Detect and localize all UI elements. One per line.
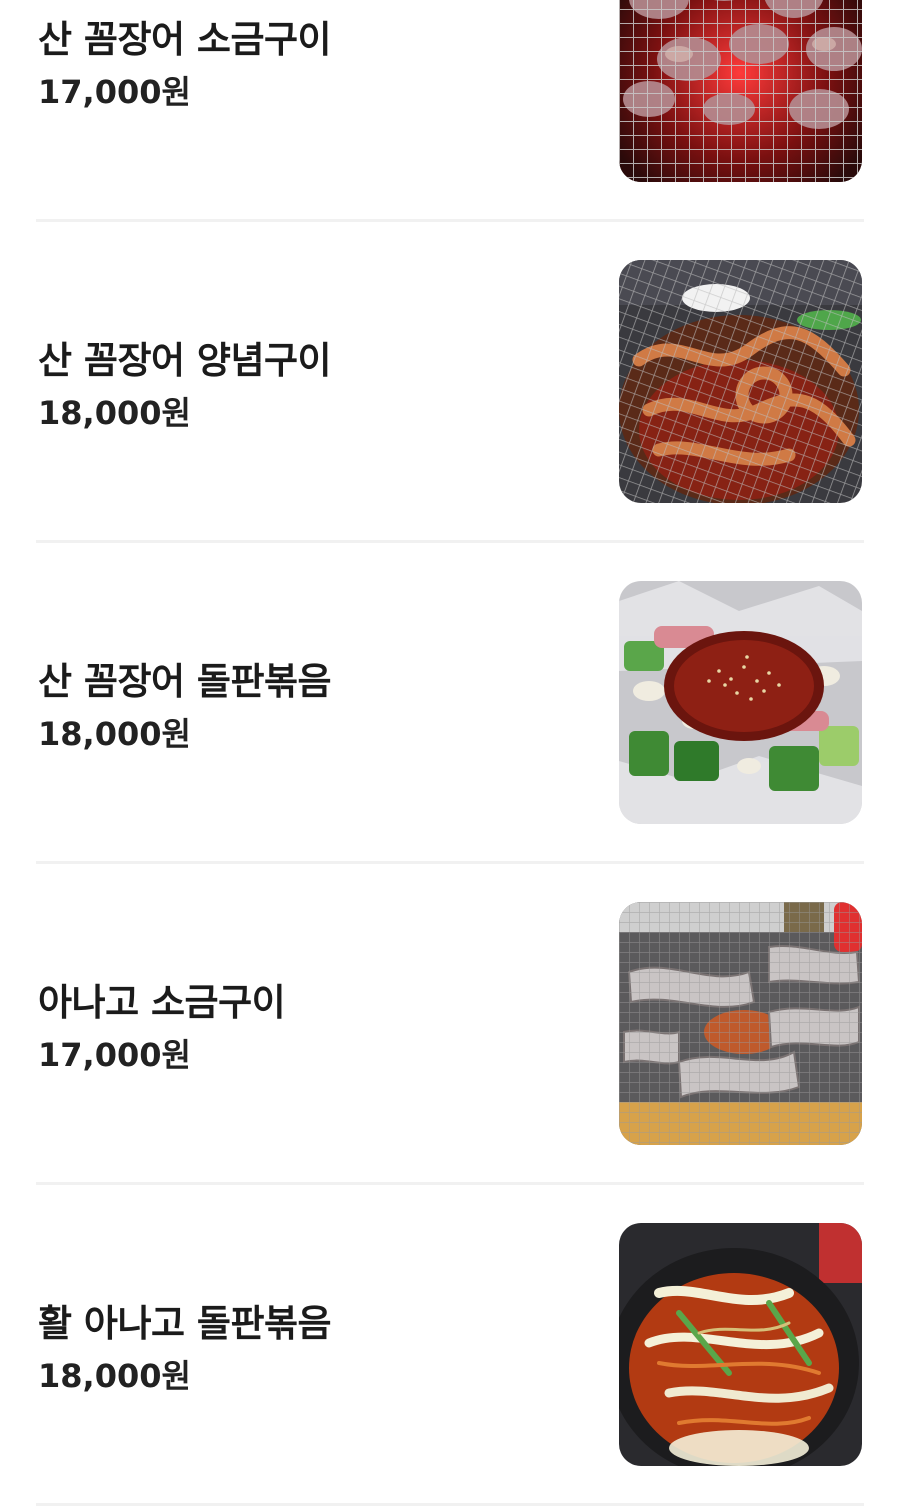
menu-item-price: 18,000원 (38, 1357, 191, 1395)
menu-list: 산 꼼장어 소금구이 17,000원 산 꼼장어 양념구이 18,000원 산 … (0, 0, 900, 1506)
menu-item[interactable]: 산 꼼장어 양념구이 18,000원 (0, 222, 900, 543)
menu-item[interactable]: 산 꼼장어 돌판볶음 18,000원 (0, 543, 900, 864)
menu-item-price: 17,000원 (38, 73, 191, 111)
menu-item[interactable]: 활 아나고 돌판볶음 18,000원 (0, 1185, 900, 1506)
menu-item-photo[interactable] (619, 902, 862, 1145)
menu-item-price: 18,000원 (38, 394, 191, 432)
menu-item-name: 아나고 소금구이 (38, 981, 286, 1024)
menu-item-price: 17,000원 (38, 1036, 191, 1074)
menu-item[interactable]: 아나고 소금구이 17,000원 (0, 864, 900, 1185)
menu-item-photo[interactable] (619, 581, 862, 824)
menu-item-photo[interactable] (619, 260, 862, 503)
menu-item-name: 산 꼼장어 양념구이 (38, 339, 332, 382)
menu-item-price: 18,000원 (38, 715, 191, 753)
menu-item-name: 산 꼼장어 소금구이 (38, 18, 332, 61)
menu-item[interactable]: 산 꼼장어 소금구이 17,000원 (0, 0, 900, 222)
menu-item-name: 활 아나고 돌판볶음 (38, 1302, 332, 1345)
menu-item-photo[interactable] (619, 1223, 862, 1466)
menu-item-name: 산 꼼장어 돌판볶음 (38, 660, 332, 703)
menu-item-photo[interactable] (619, 0, 862, 182)
